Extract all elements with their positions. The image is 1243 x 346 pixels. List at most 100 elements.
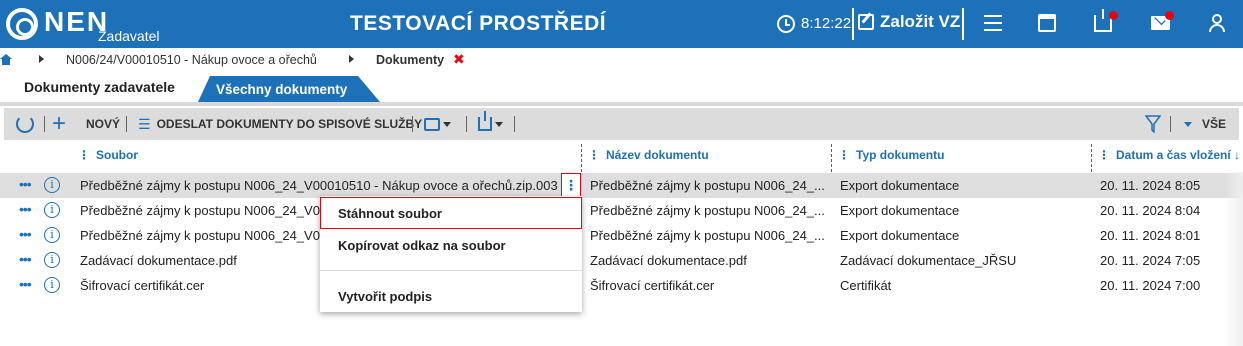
environment-title: TESTOVACÍ PROSTŘEDÍ — [350, 12, 607, 35]
column-label: Typ dokumentu — [856, 148, 945, 162]
tab-label: Všechny dokumenty — [216, 82, 348, 97]
cell-name: Předběžné zájmy k postupu N006_24_... — [590, 228, 825, 243]
info-icon[interactable]: i — [44, 177, 60, 193]
menu-icon[interactable] — [984, 15, 1002, 31]
brand-subtitle: Zadavatel — [98, 28, 160, 44]
chevron-down-icon — [1184, 121, 1192, 127]
breadcrumb: N006/24/V00010510 - Nákup ovoce a ořechů… — [0, 50, 1243, 70]
column-header-soubor[interactable]: ⋮ Soubor — [78, 148, 138, 162]
add-button[interactable]: + — [52, 108, 66, 140]
filter-scope-label: VŠE — [1202, 117, 1227, 131]
row-actions-icon[interactable]: ••• — [19, 227, 32, 241]
divider — [962, 8, 964, 40]
export-menu-button[interactable] — [478, 108, 503, 140]
info-icon[interactable]: i — [44, 227, 60, 243]
cell-date: 20. 11. 2024 7:00 — [1100, 278, 1201, 293]
plus-icon: + — [52, 110, 67, 137]
row-actions-icon[interactable]: ••• — [19, 202, 32, 216]
send-to-registry-button[interactable]: ☰ ODESLAT DOKUMENTY DO SPISOVÉ SLUŽBY — [138, 108, 422, 140]
info-icon[interactable]: i — [44, 277, 60, 293]
send-to-registry-label: ODESLAT DOKUMENTY DO SPISOVÉ SLUŽBY — [156, 117, 423, 131]
info-icon[interactable]: i — [44, 252, 60, 268]
file-context-menu: Stáhnout soubor Kopírovat odkaz na soubo… — [320, 196, 582, 312]
column-menu-icon: ⋮ — [838, 148, 850, 162]
cell-file: Předběžné zájmy k postupu N006_24_V00010… — [80, 178, 558, 193]
cell-type: Export dokumentace — [840, 178, 960, 193]
table-row[interactable]: ••• i Zadávací dokumentace.pdf Zadávací … — [0, 248, 1243, 273]
mail-notification-badge — [1165, 11, 1174, 20]
column-header-typ[interactable]: ⋮ Typ dokumentu — [838, 148, 944, 162]
edit-icon — [858, 14, 874, 30]
column-label: Soubor — [96, 148, 138, 162]
close-icon[interactable]: ✖ — [453, 51, 465, 68]
home-icon[interactable] — [0, 54, 12, 65]
divider — [126, 116, 127, 132]
divider — [44, 116, 45, 132]
cell-name: Předběžné zájmy k postupu N006_24_... — [590, 203, 825, 218]
divider — [514, 116, 515, 132]
menu-item-download-file[interactable]: Stáhnout soubor — [320, 197, 582, 229]
tab-vsechny-dokumenty[interactable]: Všechny dokumenty — [198, 76, 380, 102]
refresh-button[interactable] — [16, 108, 34, 140]
divider — [466, 116, 467, 132]
calendar-icon[interactable] — [1038, 14, 1056, 32]
row-actions-icon[interactable]: ••• — [19, 277, 32, 291]
column-header-datum[interactable]: ⋮ Datum a čas vložení ↓ — [1098, 148, 1240, 162]
menu-item-copy-link[interactable]: Kopírovat odkaz na soubor — [320, 229, 582, 261]
cell-file: Předběžné zájmy k postupu N006_24_V0 — [80, 203, 320, 218]
filter-button[interactable] — [1145, 108, 1161, 140]
breadcrumb-documents: Dokumenty — [376, 53, 445, 67]
cell-date: 20. 11. 2024 8:05 — [1100, 178, 1201, 193]
toolbar: + NOVÝ ☰ ODESLAT DOKUMENTY DO SPISOVÉ SL… — [4, 108, 1239, 140]
print-icon — [424, 117, 440, 131]
column-label: Název dokumentu — [606, 148, 709, 162]
column-divider[interactable] — [1091, 144, 1092, 172]
filter-icon — [1145, 115, 1161, 133]
chevron-down-icon — [443, 121, 451, 127]
print-menu-button[interactable] — [424, 108, 451, 140]
breadcrumb-tender[interactable]: N006/24/V00010510 - Nákup ovoce a ořechů — [66, 53, 317, 67]
divider — [852, 8, 854, 40]
export-icon — [478, 111, 492, 131]
table-row[interactable]: ••• i Šifrovací certifikát.cer Šifrovací… — [0, 273, 1243, 298]
column-divider[interactable] — [581, 144, 582, 172]
scroll-shadow — [1225, 172, 1243, 346]
table-row[interactable]: ••• i Předběžné zájmy k postupu N006_24_… — [0, 198, 1243, 223]
cell-name: Předběžné zájmy k postupu N006_24_... — [590, 178, 825, 193]
table-row[interactable]: ••• i Předběžné zájmy k postupu N006_24_… — [0, 173, 1243, 198]
column-menu-icon: ⋮ — [1098, 148, 1110, 162]
menu-item-create-signature[interactable]: Vytvořit podpis — [320, 280, 582, 312]
column-menu-icon: ⋮ — [78, 148, 90, 162]
cell-name: Zadávací dokumentace.pdf — [590, 253, 747, 268]
cell-date: 20. 11. 2024 8:04 — [1100, 203, 1201, 218]
column-menu-icon: ⋮ — [588, 148, 600, 162]
column-divider[interactable] — [831, 144, 832, 172]
column-header-nazev[interactable]: ⋮ Název dokumentu — [588, 148, 709, 162]
info-icon[interactable]: i — [44, 202, 60, 218]
row-actions-icon[interactable]: ••• — [19, 252, 32, 266]
cell-file: Zadávací dokumentace.pdf — [80, 253, 237, 268]
row-actions-icon[interactable]: ••• — [19, 177, 32, 191]
cell-file: Předběžné zájmy k postupu N006_24_V0 — [80, 228, 320, 243]
file-menu-button[interactable]: ⋮ — [561, 173, 581, 198]
menu-divider — [320, 270, 582, 271]
new-button[interactable]: NOVÝ — [86, 108, 120, 140]
cell-date: 20. 11. 2024 8:01 — [1100, 228, 1201, 243]
chevron-right-icon — [349, 55, 354, 63]
create-vz-button[interactable]: Založit VZ — [858, 12, 960, 32]
chevron-down-icon — [495, 121, 503, 127]
refresh-icon — [16, 115, 34, 133]
divider — [1170, 116, 1171, 132]
cell-date: 20. 11. 2024 7:05 — [1100, 253, 1201, 268]
top-bar: NEN Zadavatel TESTOVACÍ PROSTŘEDÍ 8:12:2… — [0, 0, 1243, 48]
create-vz-label: Založit VZ — [880, 12, 961, 31]
send-list-icon: ☰ — [138, 115, 151, 132]
nen-logo-icon[interactable] — [6, 8, 38, 40]
user-icon[interactable] — [1209, 14, 1225, 32]
tab-dokumenty-zadavatele[interactable]: Dokumenty zadavatele — [8, 72, 198, 102]
divider — [412, 116, 413, 132]
table-row[interactable]: ••• i Předběžné zájmy k postupu N006_24_… — [0, 223, 1243, 248]
filter-scope-dropdown[interactable]: VŠE — [1184, 108, 1226, 140]
cell-name: Šifrovací certifikát.cer — [590, 278, 715, 293]
cell-type: Export dokumentace — [840, 203, 960, 218]
